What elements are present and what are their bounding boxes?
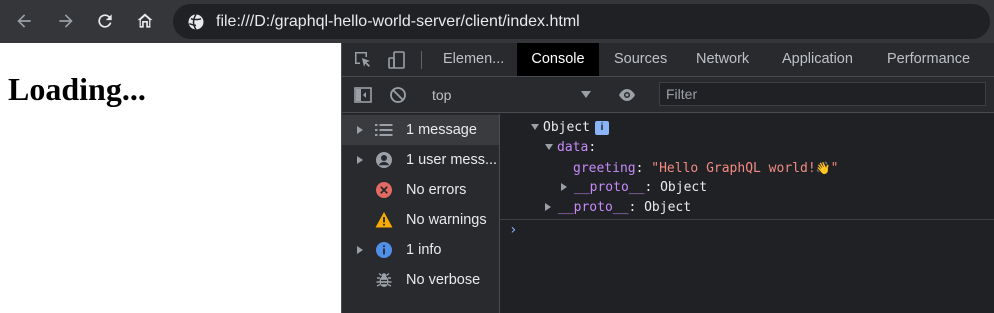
warning-icon: [375, 211, 393, 229]
device-icon: [388, 51, 405, 69]
data-property-line[interactable]: data:: [545, 138, 596, 158]
sidebar-item-label: 1 user mess...: [406, 152, 498, 168]
console-prompt[interactable]: ›: [509, 222, 517, 238]
sidebar-item-label: No warnings: [406, 212, 487, 228]
url-text[interactable]: file:///D:/graphql-hello-world-server/cl…: [216, 4, 580, 39]
devtools-tabbar: Elemen... Console Sources Network Applic…: [342, 43, 994, 77]
sidebar-item-user-messages[interactable]: 1 user mess...: [342, 145, 499, 175]
show-sidebar-button[interactable]: [352, 85, 374, 105]
sidebar-item-errors[interactable]: No errors: [342, 175, 499, 205]
tab-performance[interactable]: Performance: [887, 43, 970, 76]
reload-button[interactable]: [90, 6, 120, 36]
device-toolbar-button[interactable]: [386, 50, 408, 70]
console-output: Object i data: greeting: "Hello GraphQL w…: [500, 114, 994, 313]
page-heading: Loading...: [8, 71, 146, 107]
expand-arrow-icon[interactable]: [357, 156, 363, 164]
toolbar-divider: [421, 51, 422, 69]
inspect-element-button[interactable]: [352, 50, 374, 70]
greeting-value: Hello GraphQL world!: [659, 161, 816, 176]
waving-hand-icon: 👋: [815, 161, 831, 175]
home-button[interactable]: [130, 6, 160, 36]
address-bar[interactable]: file:///D:/graphql-hello-world-server/cl…: [173, 4, 990, 39]
back-button[interactable]: [9, 6, 39, 36]
expand-arrow-icon[interactable]: [357, 126, 363, 134]
inner-proto-line[interactable]: __proto__: Object: [561, 178, 707, 198]
info-icon: [375, 241, 393, 259]
sidebar-item-warnings[interactable]: No warnings: [342, 205, 499, 235]
error-icon: [375, 181, 393, 199]
caret-down-icon: [581, 91, 591, 98]
sidebar-item-label: No verbose: [406, 272, 481, 288]
sidebar-item-info[interactable]: 1 info: [342, 235, 499, 265]
filter-field[interactable]: [659, 82, 986, 106]
sidebar-toggle-icon: [354, 87, 372, 103]
expand-arrow-icon[interactable]: [545, 203, 551, 211]
sidebar-item-verbose[interactable]: No verbose: [342, 265, 499, 295]
filter-input[interactable]: [660, 83, 985, 105]
reload-icon: [98, 14, 112, 28]
bug-icon: [375, 271, 393, 289]
home-icon: [137, 13, 153, 28]
proto-key: __proto__: [574, 180, 645, 195]
greeting-key: greeting: [573, 161, 636, 176]
page-viewport: Loading...: [0, 43, 341, 313]
user-icon: [375, 151, 393, 169]
list-icon: [375, 121, 393, 139]
expand-arrow-icon[interactable]: [357, 246, 363, 254]
sidebar-item-label: No errors: [406, 182, 467, 198]
block-icon: [390, 87, 406, 103]
context-select[interactable]: top: [424, 83, 596, 107]
collapse-arrow-icon[interactable]: [545, 144, 553, 150]
tab-console[interactable]: Console: [517, 43, 599, 76]
sidebar-item-messages[interactable]: 1 message: [342, 115, 499, 145]
arrow-left-icon: [17, 14, 31, 28]
log-object-line[interactable]: Object i: [531, 118, 609, 138]
greeting-property-line: greeting: "Hello GraphQL world!👋": [573, 158, 838, 178]
outer-proto-line[interactable]: __proto__: Object: [545, 198, 691, 218]
devtools-panel: Elemen... Console Sources Network Applic…: [341, 43, 994, 313]
sidebar-item-label: 1 message: [406, 122, 477, 138]
eye-icon: [619, 89, 635, 101]
expand-arrow-icon[interactable]: [561, 183, 567, 191]
info-badge[interactable]: i: [594, 121, 609, 135]
proto-key: __proto__: [558, 200, 629, 215]
object-label: Object: [543, 120, 590, 135]
tab-elements[interactable]: Elemen...: [443, 43, 504, 76]
arrow-right-icon: [59, 14, 73, 28]
console-divider: [500, 219, 994, 220]
tab-application[interactable]: Application: [782, 43, 853, 76]
console-toolbar: top: [342, 77, 994, 113]
context-select-value: top: [432, 87, 452, 103]
sidebar-item-label: 1 info: [406, 242, 442, 258]
data-key: data: [557, 140, 589, 155]
collapse-arrow-icon[interactable]: [531, 124, 539, 130]
tab-sources[interactable]: Sources: [614, 43, 667, 76]
live-expression-button[interactable]: [616, 85, 638, 105]
console-sidebar: 1 message 1 user mess... No errors No wa…: [342, 114, 500, 313]
inspect-icon: [355, 52, 370, 67]
forward-button[interactable]: [51, 6, 81, 36]
clear-console-button[interactable]: [387, 85, 409, 105]
proto-value: Object: [644, 200, 692, 215]
browser-toolbar: file:///D:/graphql-hello-world-server/cl…: [0, 0, 994, 43]
globe-icon: [188, 14, 204, 30]
proto-value: Object: [660, 180, 708, 195]
tab-network[interactable]: Network: [696, 43, 749, 76]
